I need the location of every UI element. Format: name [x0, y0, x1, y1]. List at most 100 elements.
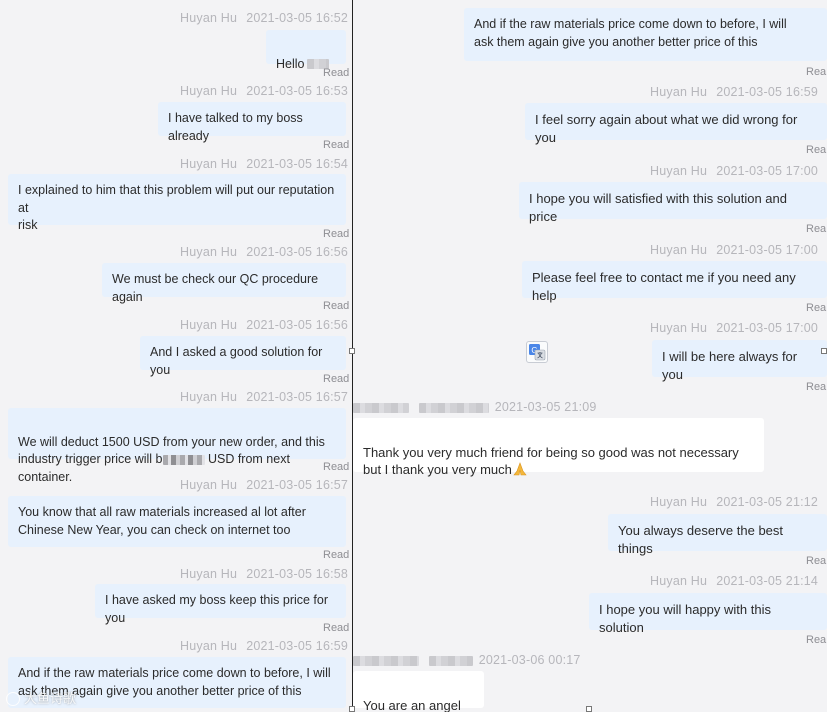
- read-status: Rea: [806, 555, 827, 567]
- message-text: You are an angel: [363, 697, 461, 712]
- folded-hands-emoji: [513, 462, 527, 476]
- message-meta: Huyan Hu 2021-03-05 21:12: [650, 495, 818, 509]
- message-bubble[interactable]: I explained to him that this problem wil…: [8, 174, 346, 232]
- message-bubble[interactable]: And I asked a good solution for you: [140, 336, 346, 377]
- read-status: Rea: [806, 144, 827, 156]
- message-bubble[interactable]: I have asked my boss keep this price for…: [95, 584, 346, 625]
- sender-name: Huyan Hu: [180, 11, 238, 25]
- sender-name: Huyan Hu: [650, 85, 708, 99]
- sender-name: Huyan Hu: [650, 243, 708, 257]
- timestamp: 2021-03-05 16:52: [246, 11, 349, 25]
- chat-pane-left[interactable]: Huyan Hu 2021-03-05 16:52 Hello Read Huya…: [0, 0, 352, 712]
- read-status: Rea: [806, 381, 827, 393]
- message-meta: Huyan Hu 2021-03-05 17:00: [650, 164, 818, 178]
- sender-name: Huyan Hu: [180, 478, 238, 492]
- message-bubble[interactable]: I hope you will satisfied with this solu…: [519, 182, 827, 224]
- message-bubble[interactable]: Thank you very much friend for being so …: [353, 418, 764, 477]
- redacted-sender: [428, 655, 473, 666]
- message-meta: Huyan Hu 2021-03-05 16:53: [180, 84, 348, 98]
- timestamp: 2021-03-05 16:56: [246, 318, 349, 332]
- translate-icon: G: [529, 344, 546, 361]
- timestamp: 2021-03-05 17:00: [716, 243, 819, 257]
- timestamp: 2021-03-05 16:58: [246, 567, 349, 581]
- translate-button[interactable]: G: [526, 341, 548, 363]
- message-text: Hello: [276, 56, 305, 71]
- message-bubble[interactable]: I feel sorry again about what we did wro…: [525, 103, 827, 145]
- sender-name: Huyan Hu: [180, 567, 238, 581]
- sender-name: Huyan Hu: [180, 390, 238, 404]
- read-status: Rea: [806, 223, 827, 235]
- message-meta: Huyan Hu 2021-03-05 16:58: [180, 567, 348, 581]
- redacted-sender: [418, 402, 489, 413]
- message-bubble[interactable]: We must be check our QC procedure again: [102, 263, 346, 304]
- sender-name: Huyan Hu: [180, 157, 238, 171]
- message-bubble[interactable]: Please feel free to contact me if you ne…: [522, 261, 827, 303]
- timestamp: 2021-03-05 16:53: [246, 84, 349, 98]
- message-meta: Huyan Hu 2021-03-05 16:56: [180, 245, 348, 259]
- message-meta: Huyan Hu 2021-03-05 16:57: [180, 390, 348, 404]
- sender-name: Huyan Hu: [180, 639, 238, 653]
- message-meta: Huyan Hu 2021-03-05 16:59: [650, 85, 818, 99]
- timestamp: 2021-03-05 21:09: [494, 400, 597, 414]
- timestamp: 2021-03-05 16:59: [716, 85, 819, 99]
- message-bubble[interactable]: You always deserve the best things: [608, 514, 827, 556]
- message-bubble[interactable]: And if the raw materials price come down…: [464, 8, 827, 61]
- resize-handle[interactable]: [821, 348, 827, 354]
- message-meta: Huyan Hu 2021-03-05 17:00: [650, 321, 818, 335]
- read-status: Read: [323, 549, 350, 561]
- sender-name: Huyan Hu: [650, 574, 708, 588]
- message-bubble[interactable]: We will deduct 1500 USD from your new or…: [8, 408, 346, 484]
- read-status: Read: [323, 461, 350, 473]
- read-status: Read: [323, 139, 350, 151]
- message-bubble[interactable]: Hello: [266, 30, 346, 71]
- message-bubble[interactable]: You are an angel: [353, 671, 484, 712]
- timestamp: 2021-03-05 16:57: [246, 478, 349, 492]
- timestamp: 2021-03-05 17:00: [716, 321, 819, 335]
- message-meta: Huyan Hu 2021-03-05 16:59: [180, 639, 348, 653]
- read-status: Read: [323, 300, 350, 312]
- message-bubble[interactable]: I have talked to my boss already: [158, 102, 346, 143]
- message-meta: Huyan Hu 2021-03-05 16:52: [180, 11, 348, 25]
- resize-handle[interactable]: [586, 706, 592, 712]
- chat-pane-right[interactable]: And if the raw materials price come down…: [353, 0, 827, 712]
- read-status: Read: [323, 67, 350, 79]
- sender-name: Huyan Hu: [180, 245, 238, 259]
- message-meta: Huyan Hu 2021-03-05 21:14: [650, 574, 818, 588]
- read-status: Read: [323, 228, 350, 240]
- message-meta: 2021-03-06 00:17: [353, 653, 581, 667]
- sender-name: Huyan Hu: [180, 84, 238, 98]
- read-status: Read: [323, 622, 350, 634]
- sender-name: Huyan Hu: [650, 321, 708, 335]
- message-text: Thank you very much friend for being so …: [363, 444, 739, 478]
- resize-handle[interactable]: [349, 348, 355, 354]
- message-bubble[interactable]: I hope you will happy with this solution: [589, 593, 827, 635]
- timestamp: 2021-03-05 16:57: [246, 390, 349, 404]
- message-meta: Huyan Hu 2021-03-05 16:56: [180, 318, 348, 332]
- read-status: Read: [323, 373, 350, 385]
- timestamp: 2021-03-05 16:59: [246, 639, 349, 653]
- message-meta: Huyan Hu 2021-03-05 16:54: [180, 157, 348, 171]
- watermark-logo-icon: [6, 692, 20, 706]
- read-status: Rea: [806, 302, 827, 314]
- sender-name: Huyan Hu: [650, 164, 708, 178]
- read-status: Rea: [806, 634, 827, 646]
- watermark-text: 大鱼诗歌: [24, 691, 77, 706]
- sender-name: Huyan Hu: [180, 318, 238, 332]
- message-bubble[interactable]: I will be here always for you: [652, 340, 827, 382]
- timestamp: 2021-03-05 16:56: [246, 245, 349, 259]
- read-status: Rea: [806, 66, 827, 78]
- message-meta: Huyan Hu 2021-03-05 17:00: [650, 243, 818, 257]
- message-meta: Huyan Hu 2021-03-05 16:57: [180, 478, 348, 492]
- redacted-sender: [353, 655, 419, 666]
- resize-handle[interactable]: [349, 706, 355, 712]
- message-bubble[interactable]: You know that all raw materials increase…: [8, 496, 346, 547]
- message-meta: 2021-03-05 21:09: [353, 400, 597, 414]
- redacted-text: [162, 454, 205, 465]
- timestamp: 2021-03-05 16:54: [246, 157, 349, 171]
- watermark: 大鱼诗歌: [6, 688, 76, 707]
- timestamp: 2021-03-05 17:00: [716, 164, 819, 178]
- sender-name: Huyan Hu: [650, 495, 708, 509]
- timestamp: 2021-03-06 00:17: [478, 653, 581, 667]
- timestamp: 2021-03-05 21:12: [716, 495, 819, 509]
- redacted-sender: [353, 402, 409, 413]
